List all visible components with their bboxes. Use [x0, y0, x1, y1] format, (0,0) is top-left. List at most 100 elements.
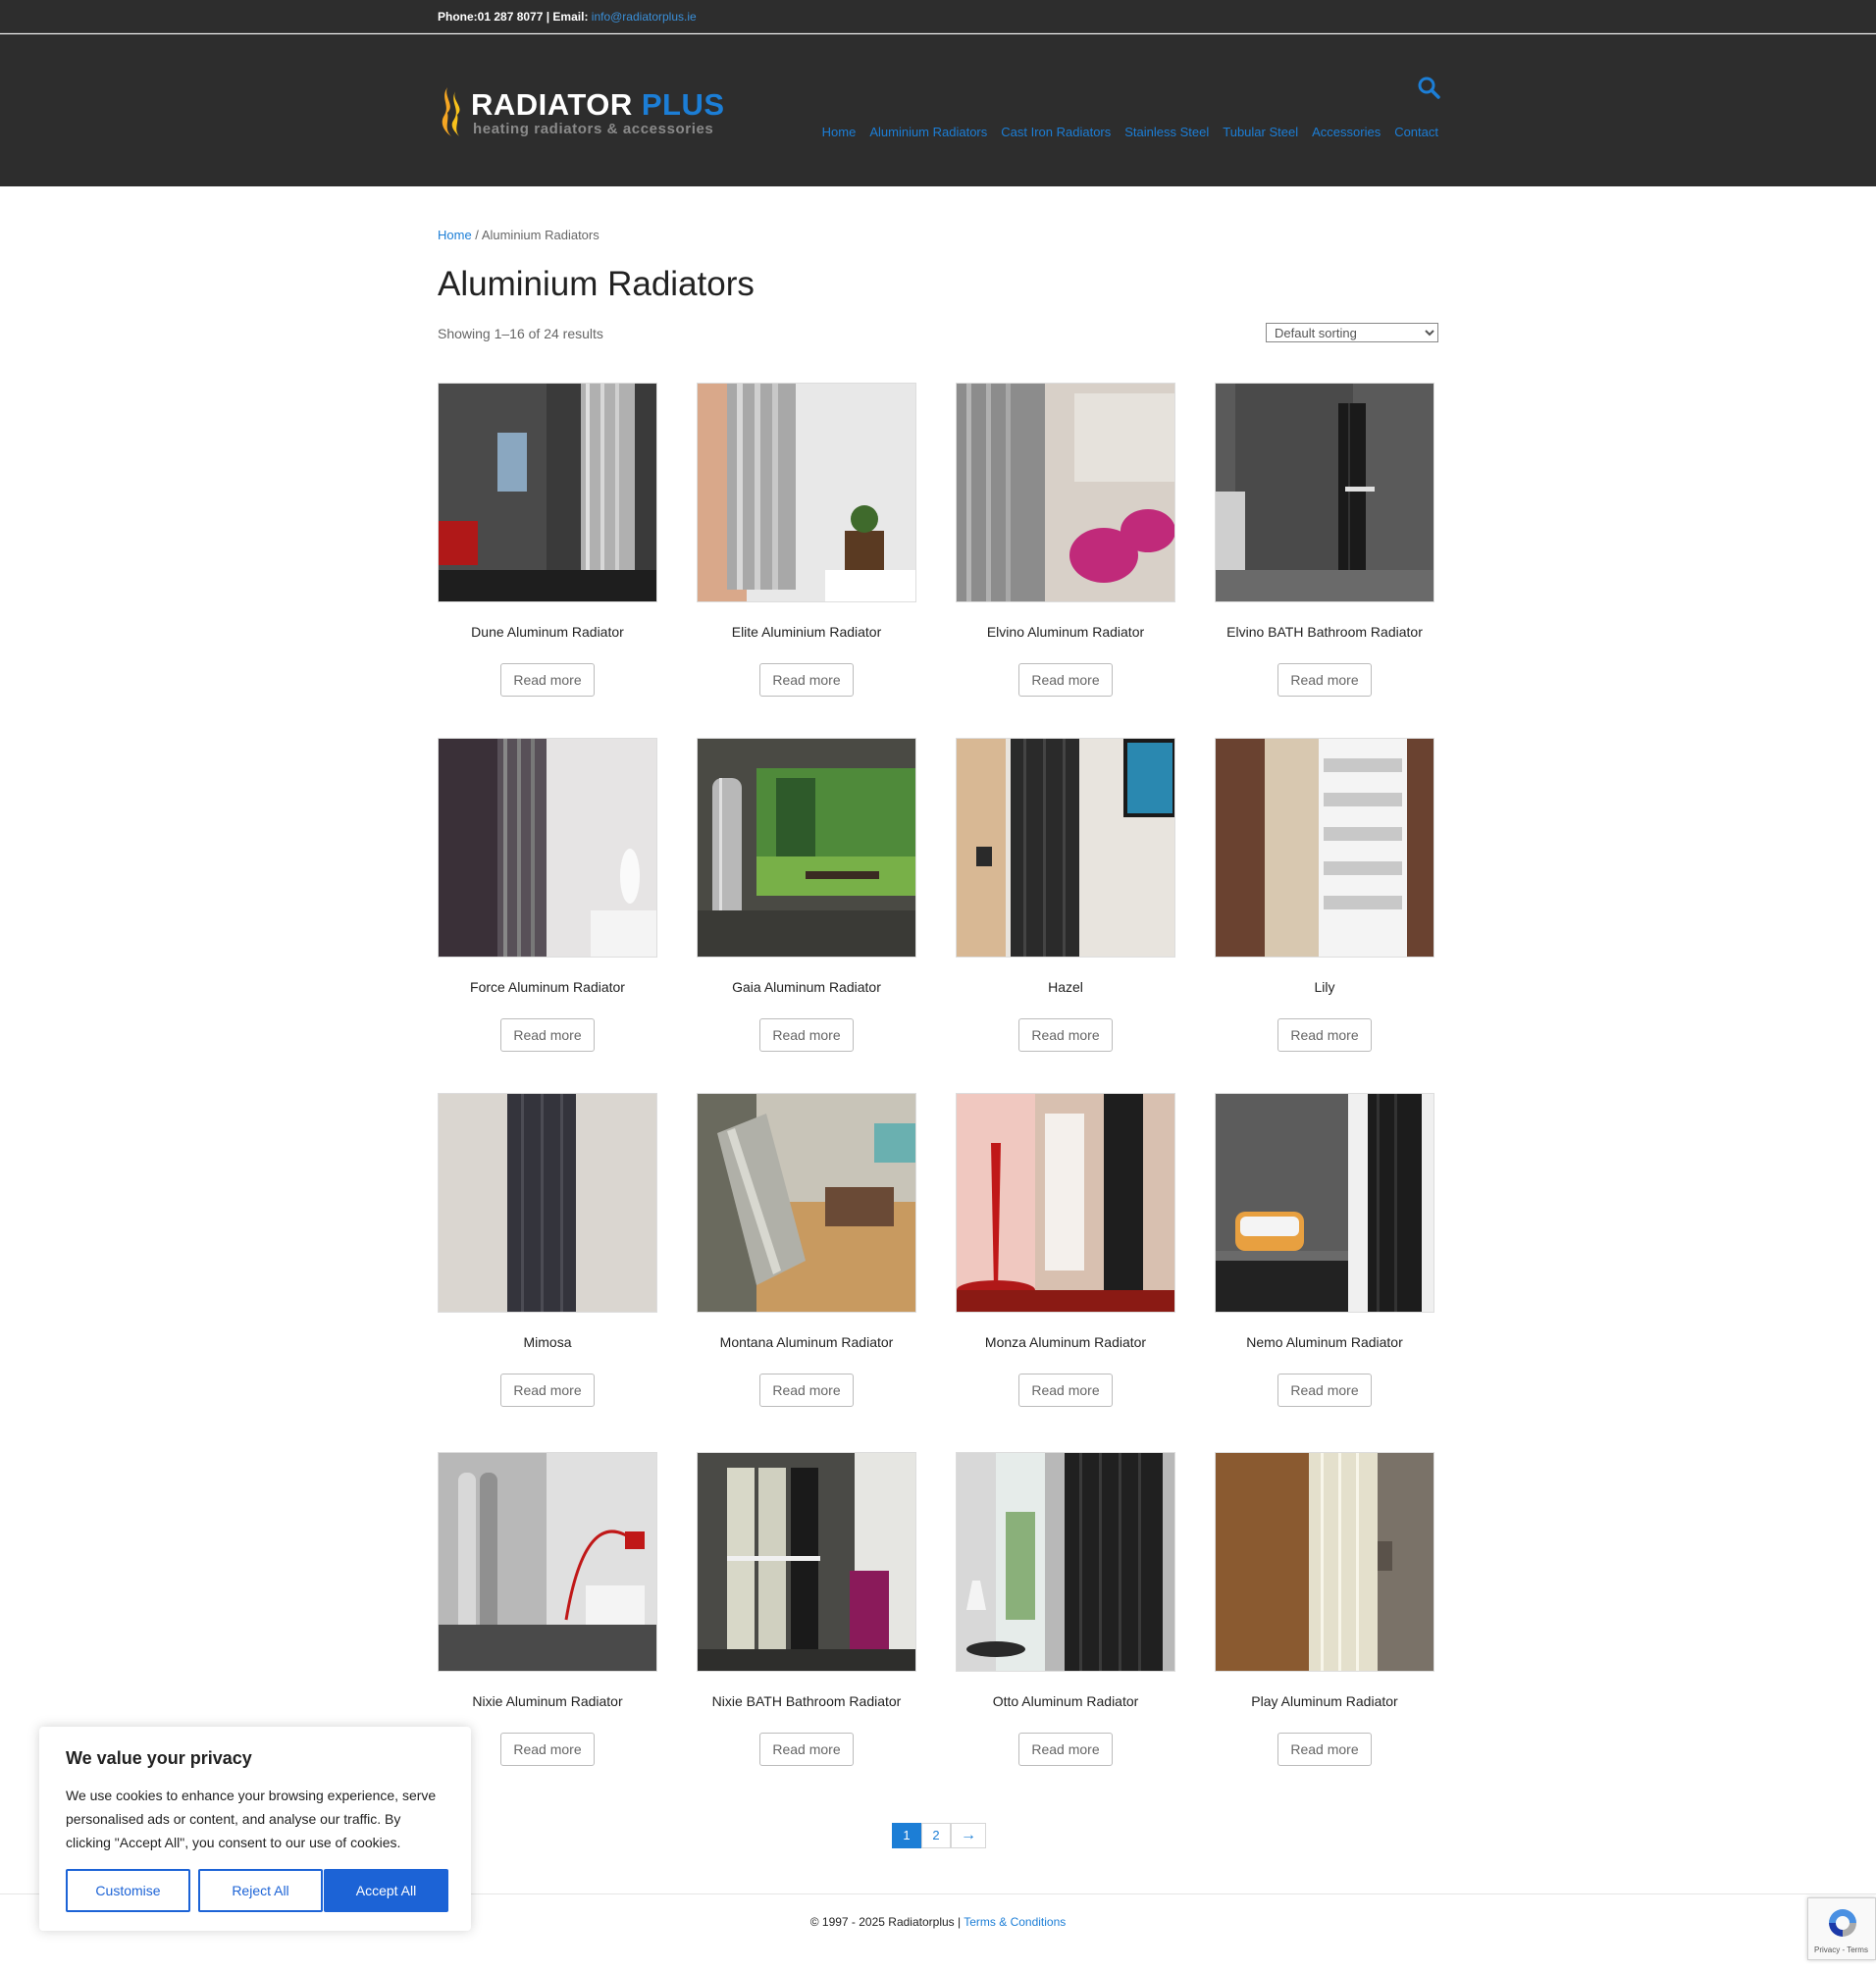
top-bar: Phone:01 287 8077 | Email: info@radiator… [0, 0, 1876, 33]
product-image[interactable] [956, 1452, 1175, 1672]
product-title[interactable]: Gaia Aluminum Radiator [697, 979, 916, 997]
product-image[interactable] [438, 738, 657, 958]
read-more-button[interactable]: Read more [759, 1374, 854, 1407]
accept-all-button[interactable]: Accept All [324, 1869, 448, 1912]
product-title[interactable]: Nixie BATH Bathroom Radiator [697, 1693, 916, 1711]
terms-link[interactable]: Terms & Conditions [964, 1915, 1066, 1929]
product-image[interactable] [956, 1093, 1175, 1313]
customise-button[interactable]: Customise [66, 1869, 190, 1912]
nav-item-accessories[interactable]: Accessories [1312, 125, 1381, 139]
reject-all-button[interactable]: Reject All [198, 1869, 323, 1912]
site-header: RADIATOR PLUS heating radiators & access… [0, 34, 1876, 186]
brand-tagline: heating radiators & accessories [473, 121, 714, 137]
product-card: Play Aluminum Radiator Read more [1215, 1452, 1434, 1766]
product-title[interactable]: Lily [1215, 979, 1434, 997]
product-card: Nixie BATH Bathroom Radiator Read more [697, 1452, 916, 1766]
read-more-button[interactable]: Read more [1277, 1374, 1372, 1407]
product-card: Gaia Aluminum Radiator Read more [697, 738, 916, 1052]
product-title[interactable]: Play Aluminum Radiator [1215, 1693, 1434, 1711]
page-link-2[interactable]: 2 [921, 1823, 951, 1848]
product-image[interactable] [697, 738, 916, 958]
page-current: 1 [892, 1823, 921, 1848]
flame-icon [442, 87, 460, 136]
product-title[interactable]: Elvino Aluminum Radiator [956, 624, 1175, 642]
product-title[interactable]: Nixie Aluminum Radiator [438, 1693, 657, 1711]
nav-item-aluminium-radiators[interactable]: Aluminium Radiators [869, 125, 987, 139]
product-image[interactable] [438, 383, 657, 602]
pagination: 1 2 → [892, 1823, 986, 1848]
nav-item-stainless-steel[interactable]: Stainless Steel [1124, 125, 1209, 139]
product-image[interactable] [438, 1093, 657, 1313]
product-image[interactable] [956, 738, 1175, 958]
recaptcha-badge[interactable]: Privacy - Terms [1807, 1897, 1876, 1960]
product-image[interactable] [1215, 738, 1434, 958]
product-title[interactable]: Monza Aluminum Radiator [956, 1334, 1175, 1352]
read-more-button[interactable]: Read more [500, 1733, 595, 1766]
product-image[interactable] [697, 1452, 916, 1672]
nav-item-home[interactable]: Home [822, 125, 857, 139]
product-title[interactable]: Elvino BATH Bathroom Radiator [1215, 624, 1434, 642]
cookie-consent-banner: We value your privacy We use cookies to … [39, 1727, 471, 1931]
read-more-button[interactable]: Read more [759, 663, 854, 697]
product-card: Elite Aluminium Radiator Read more [697, 383, 916, 697]
brand-name: RADIATOR PLUS [471, 87, 725, 123]
product-image[interactable] [1215, 1452, 1434, 1672]
product-card: Elvino BATH Bathroom Radiator Read more [1215, 383, 1434, 697]
product-title[interactable]: Montana Aluminum Radiator [697, 1334, 916, 1352]
product-image[interactable] [697, 383, 916, 602]
product-title[interactable]: Nemo Aluminum Radiator [1215, 1334, 1434, 1352]
next-page-arrow[interactable]: → [951, 1823, 986, 1848]
sort-dropdown[interactable]: Default sorting [1266, 323, 1438, 342]
product-card: Nixie Aluminum Radiator Read more [438, 1452, 657, 1766]
product-title[interactable]: Force Aluminum Radiator [438, 979, 657, 997]
read-more-button[interactable]: Read more [1277, 1733, 1372, 1766]
read-more-button[interactable]: Read more [1018, 1018, 1113, 1052]
product-image[interactable] [1215, 1093, 1434, 1313]
product-image[interactable] [438, 1452, 657, 1672]
read-more-button[interactable]: Read more [500, 663, 595, 697]
read-more-button[interactable]: Read more [1018, 663, 1113, 697]
read-more-button[interactable]: Read more [500, 1018, 595, 1052]
phone-text: Phone:01 287 8077 | Email: [438, 10, 592, 24]
brand-plus: PLUS [641, 87, 725, 122]
cookie-title: We value your privacy [66, 1748, 252, 1768]
product-image[interactable] [956, 383, 1175, 602]
product-card: Mimosa Read more [438, 1093, 657, 1407]
read-more-button[interactable]: Read more [759, 1733, 854, 1766]
product-image[interactable] [1215, 383, 1434, 602]
product-title[interactable]: Hazel [956, 979, 1175, 997]
copyright-text: © 1997 - 2025 Radiatorplus | [809, 1915, 964, 1929]
product-title[interactable]: Dune Aluminum Radiator [438, 624, 657, 642]
recaptcha-links[interactable]: Privacy - Terms [1814, 1945, 1868, 1954]
main-nav: Home Aluminium Radiators Cast Iron Radia… [822, 125, 1438, 139]
product-title[interactable]: Otto Aluminum Radiator [956, 1693, 1175, 1711]
email-link[interactable]: info@radiatorplus.ie [592, 10, 697, 24]
product-card: Dune Aluminum Radiator Read more [438, 383, 657, 697]
read-more-button[interactable]: Read more [759, 1018, 854, 1052]
product-card: Elvino Aluminum Radiator Read more [956, 383, 1175, 697]
breadcrumb-home[interactable]: Home [438, 228, 472, 242]
nav-item-tubular-steel[interactable]: Tubular Steel [1223, 125, 1298, 139]
breadcrumb-separator: / [471, 228, 482, 242]
product-title[interactable]: Mimosa [438, 1334, 657, 1352]
product-card: Force Aluminum Radiator Read more [438, 738, 657, 1052]
read-more-button[interactable]: Read more [1277, 663, 1372, 697]
product-title[interactable]: Elite Aluminium Radiator [697, 624, 916, 642]
product-image[interactable] [697, 1093, 916, 1313]
read-more-button[interactable]: Read more [1277, 1018, 1372, 1052]
nav-item-contact[interactable]: Contact [1394, 125, 1438, 139]
read-more-button[interactable]: Read more [1018, 1374, 1113, 1407]
product-card: Lily Read more [1215, 738, 1434, 1052]
nav-item-cast-iron-radiators[interactable]: Cast Iron Radiators [1001, 125, 1111, 139]
read-more-button[interactable]: Read more [1018, 1733, 1113, 1766]
result-count: Showing 1–16 of 24 results [438, 326, 603, 341]
recaptcha-icon [1829, 1909, 1856, 1937]
product-card: Otto Aluminum Radiator Read more [956, 1452, 1175, 1766]
breadcrumb: Home / Aluminium Radiators [438, 228, 599, 242]
search-icon[interactable] [1417, 76, 1440, 99]
page-title: Aluminium Radiators [438, 265, 755, 303]
read-more-button[interactable]: Read more [500, 1374, 595, 1407]
breadcrumb-current: Aluminium Radiators [481, 228, 599, 242]
product-card: Montana Aluminum Radiator Read more [697, 1093, 916, 1407]
site-logo[interactable]: RADIATOR PLUS heating radiators & access… [438, 83, 732, 138]
